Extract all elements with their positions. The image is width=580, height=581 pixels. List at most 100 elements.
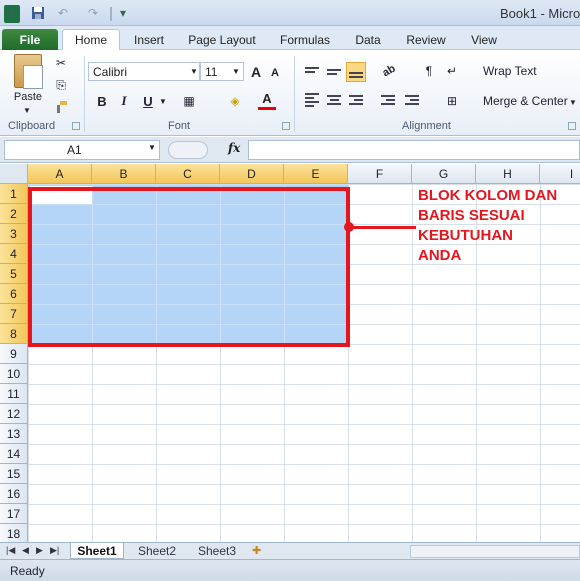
paste-button[interactable]: Paste [10,90,46,104]
next-sheet-icon[interactable]: ▶ [36,545,43,556]
merge-dropdown-icon[interactable]: ▼ [568,96,578,108]
worksheet-grid: A B C D E F G H I 1 2 3 4 5 6 7 8 9 10 1… [0,164,580,542]
horizontal-scrollbar[interactable] [410,545,580,558]
undo-icon[interactable]: ↶ [54,4,72,22]
row-header-5[interactable]: 5 [0,264,28,284]
row-header-14[interactable]: 14 [0,444,28,464]
shrink-font-icon[interactable]: A [268,65,282,81]
tab-insert[interactable]: Insert [128,29,170,50]
paste-dropdown-icon[interactable]: ▼ [20,105,34,115]
row-header-12[interactable]: 12 [0,404,28,424]
row-header-13[interactable]: 13 [0,424,28,444]
top-align-icon[interactable] [302,60,322,80]
row-header-16[interactable]: 16 [0,484,28,504]
underline-dropdown-icon[interactable]: ▼ [158,94,168,108]
column-header-b[interactable]: B [92,164,156,184]
column-header-i[interactable]: I [540,164,580,184]
excel-logo-icon[interactable]: X [4,5,20,23]
align-center-icon[interactable] [324,90,344,110]
tab-formulas[interactable]: Formulas [276,29,334,50]
font-size-dropdown-icon[interactable]: ▼ [230,62,242,81]
middle-align-icon[interactable] [324,62,344,82]
cut-icon[interactable]: ✂ [52,54,70,72]
column-header-d[interactable]: D [220,164,284,184]
name-box-dropdown-icon[interactable]: ▼ [148,143,156,152]
row-header-6[interactable]: 6 [0,284,28,304]
sheet-tab-sheet3[interactable]: Sheet3 [190,543,244,559]
annotation-line: BLOK KOLOM DAN [418,187,558,204]
increase-indent-icon[interactable] [402,90,422,110]
paste-icon[interactable] [14,54,43,89]
tab-file[interactable]: File [2,29,58,50]
insert-function-button[interactable]: fx [228,141,240,155]
tab-view[interactable]: View [466,29,502,50]
sheet-tab-sheet1[interactable]: Sheet1 [70,543,124,559]
status-bar: Ready [0,559,580,581]
insert-sheet-icon[interactable]: ✚ [252,544,270,558]
format-painter-icon[interactable] [52,98,70,116]
merge-center-button[interactable]: Merge & Center [463,92,568,110]
first-sheet-icon[interactable]: |◀ [6,545,15,556]
merge-center-icon[interactable]: ⊞ [444,92,460,110]
row-header-4[interactable]: 4 [0,244,28,264]
alignment-launcher-icon[interactable] [568,122,576,130]
column-header-f[interactable]: F [348,164,412,184]
last-sheet-icon[interactable]: ▶| [50,545,59,556]
orientation-icon[interactable]: ab [377,59,402,84]
bold-button[interactable]: B [94,92,110,110]
clipboard-launcher-icon[interactable] [72,122,80,130]
border-icon[interactable]: ▦ [180,92,198,110]
column-header-c[interactable]: C [156,164,220,184]
column-header-g[interactable]: G [412,164,476,184]
formula-bar-controls [168,141,208,159]
select-all-button[interactable] [0,164,28,184]
grow-font-icon[interactable]: A [248,63,264,81]
row-header-1[interactable]: 1 [0,184,28,204]
status-text: Ready [10,564,45,578]
prev-sheet-icon[interactable]: ◀ [22,545,29,556]
name-box[interactable]: A1 [4,140,160,160]
save-icon[interactable] [30,4,46,22]
decrease-indent-icon[interactable] [378,90,398,110]
column-header-e[interactable]: E [284,164,348,184]
font-name-dropdown-icon[interactable]: ▼ [188,62,200,81]
formula-input[interactable] [248,140,580,160]
row-header-15[interactable]: 15 [0,464,28,484]
row-header-10[interactable]: 10 [0,364,28,384]
highlight-box [28,187,350,347]
redo-icon[interactable]: ↷ [84,4,102,22]
row-header-11[interactable]: 11 [0,384,28,404]
tab-page-layout[interactable]: Page Layout [184,29,260,50]
fill-color-icon[interactable]: ◈ [226,92,244,110]
group-divider [84,56,85,132]
row-header-18[interactable]: 18 [0,524,28,542]
text-direction-icon[interactable]: ¶ [420,62,438,80]
annotation-text: BLOK KOLOM DAN BARIS SESUAI KEBUTUHAN AN… [418,186,580,266]
tab-data[interactable]: Data [350,29,386,50]
ribbon-tabs: File Home Insert Page Layout Formulas Da… [0,26,580,50]
row-header-8[interactable]: 8 [0,324,28,344]
font-launcher-icon[interactable] [282,122,290,130]
customize-quick-access-icon[interactable]: ▾ [118,4,128,22]
window-title: Book1 - Micro [500,6,580,21]
row-header-7[interactable]: 7 [0,304,28,324]
row-header-17[interactable]: 17 [0,504,28,524]
italic-button[interactable]: I [116,92,132,110]
tab-home[interactable]: Home [62,29,120,50]
column-header-a[interactable]: A [28,164,92,184]
underline-button[interactable]: U [140,92,156,110]
row-header-3[interactable]: 3 [0,224,28,244]
column-header-h[interactable]: H [476,164,540,184]
wrap-text-icon[interactable]: ↵ [444,62,460,80]
align-left-icon[interactable] [302,90,322,110]
copy-icon[interactable]: ⎘ [52,76,70,94]
font-color-icon[interactable]: A [258,90,276,110]
align-right-icon[interactable] [346,90,366,110]
font-name-input[interactable]: Calibri [88,62,200,81]
bottom-align-icon[interactable] [346,62,366,82]
row-header-2[interactable]: 2 [0,204,28,224]
row-header-9[interactable]: 9 [0,344,28,364]
tab-review[interactable]: Review [402,29,450,50]
wrap-text-button[interactable]: Wrap Text [463,62,537,80]
sheet-tab-sheet2[interactable]: Sheet2 [130,543,184,559]
